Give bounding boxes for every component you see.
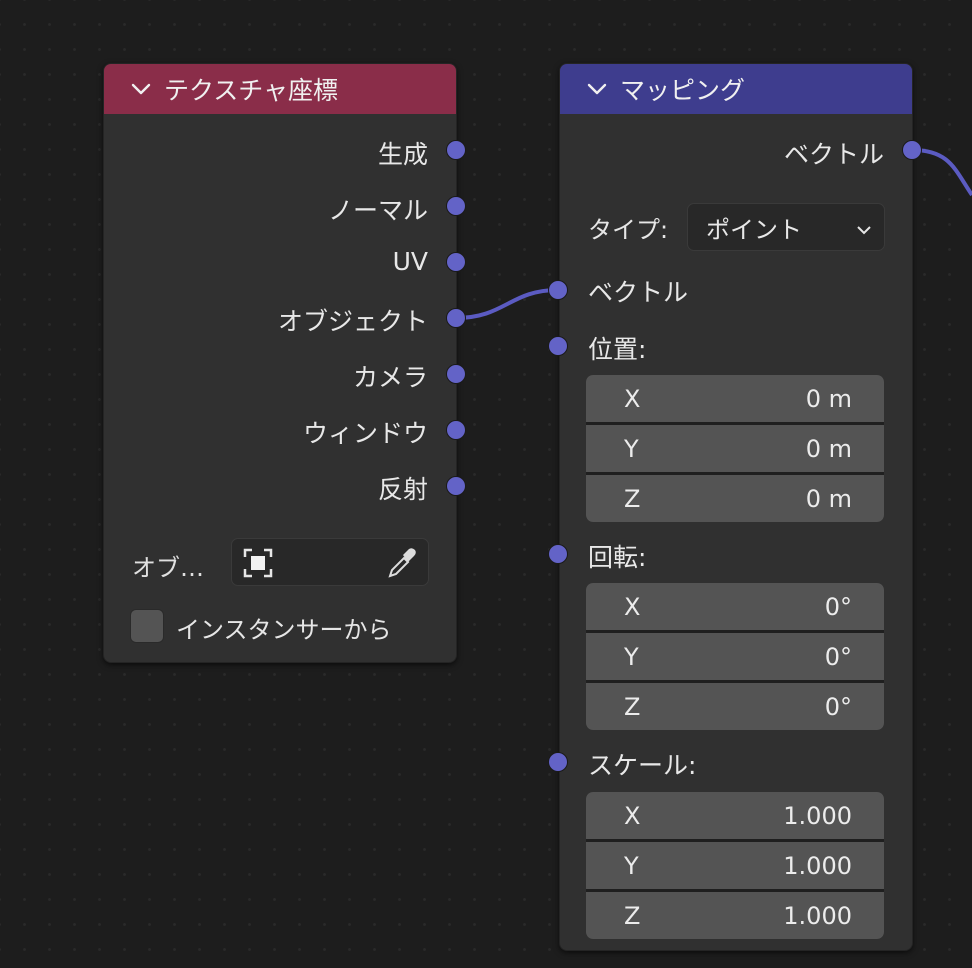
- field-value: 1.000: [783, 901, 852, 930]
- collapse-chevron-icon[interactable]: [128, 76, 154, 102]
- field-value: 1.000: [783, 851, 852, 880]
- output-generated-label: 生成: [377, 140, 428, 169]
- type-label: タイプ:: [588, 216, 669, 244]
- socket-rotation[interactable]: [548, 544, 568, 564]
- field-value: 0 m: [805, 384, 852, 413]
- type-dropdown-value: ポイント: [706, 215, 802, 244]
- mapping-header[interactable]: マッピング: [560, 64, 912, 114]
- location-fields: X 0 m Y 0 m Z 0 m: [586, 375, 884, 522]
- object-icon: [242, 547, 274, 583]
- socket-camera[interactable]: [446, 364, 466, 384]
- socket-input-vector[interactable]: [548, 280, 568, 300]
- texture-coordinate-header[interactable]: テクスチャ座標: [104, 64, 456, 114]
- field-value: 0 m: [805, 434, 852, 463]
- object-field-label: オブ…: [132, 554, 204, 582]
- socket-location[interactable]: [548, 336, 568, 356]
- field-value: 1.000: [783, 801, 852, 830]
- link-vector-out: [911, 148, 972, 197]
- output-window-label: ウィンドウ: [302, 419, 428, 448]
- node-title: マッピング: [620, 76, 746, 105]
- socket-scale[interactable]: [548, 752, 568, 772]
- axis-label: X: [624, 801, 641, 830]
- from-instancer-label: インスタンサーから: [176, 616, 392, 644]
- field-value: 0°: [824, 592, 852, 621]
- rotation-label: 回転:: [588, 543, 647, 572]
- socket-uv[interactable]: [446, 252, 466, 272]
- scale-fields: X 1.000 Y 1.000 Z 1.000: [586, 792, 884, 939]
- type-dropdown[interactable]: ポイント: [687, 203, 885, 251]
- rotation-z-field[interactable]: Z 0°: [586, 683, 884, 730]
- axis-label: X: [624, 592, 641, 621]
- location-label: 位置:: [588, 335, 647, 364]
- socket-reflection[interactable]: [446, 476, 466, 496]
- input-vector-label: ベクトル: [588, 278, 689, 307]
- mapping-node[interactable]: マッピング ベクトル タイプ: ポイント ベクトル 位置: X 0 m Y 0 m …: [559, 63, 913, 951]
- axis-label: Y: [624, 642, 639, 671]
- output-object-label: オブジェクト: [277, 307, 428, 336]
- scale-z-field[interactable]: Z 1.000: [586, 892, 884, 939]
- output-normal-label: ノーマル: [327, 196, 428, 225]
- chevron-down-icon: [856, 213, 872, 241]
- rotation-x-field[interactable]: X 0°: [586, 583, 884, 630]
- field-value: 0°: [824, 692, 852, 721]
- texture-coordinate-node[interactable]: テクスチャ座標 生成 ノーマル UV オブジェクト カメラ ウィンドウ 反射 オ…: [103, 63, 457, 663]
- socket-window[interactable]: [446, 420, 466, 440]
- node-title: テクスチャ座標: [164, 76, 339, 105]
- location-x-field[interactable]: X 0 m: [586, 375, 884, 422]
- axis-label: Z: [624, 484, 641, 513]
- socket-output-vector[interactable]: [902, 140, 922, 160]
- field-value: 0 m: [805, 484, 852, 513]
- scale-label: スケール:: [588, 751, 697, 780]
- link-object-to-vector: [455, 288, 559, 320]
- rotation-fields: X 0° Y 0° Z 0°: [586, 583, 884, 730]
- socket-generated[interactable]: [446, 140, 466, 160]
- output-reflection-label: 反射: [377, 475, 428, 504]
- axis-label: Y: [624, 851, 639, 880]
- eyedropper-icon[interactable]: [384, 546, 418, 584]
- collapse-chevron-icon[interactable]: [584, 76, 610, 102]
- socket-object[interactable]: [446, 308, 466, 328]
- rotation-y-field[interactable]: Y 0°: [586, 633, 884, 680]
- axis-label: Y: [624, 434, 639, 463]
- axis-label: X: [624, 384, 641, 413]
- output-camera-label: カメラ: [352, 363, 428, 392]
- scale-x-field[interactable]: X 1.000: [586, 792, 884, 839]
- object-picker-field[interactable]: [231, 538, 429, 586]
- field-value: 0°: [824, 642, 852, 671]
- location-y-field[interactable]: Y 0 m: [586, 425, 884, 472]
- socket-normal[interactable]: [446, 196, 466, 216]
- output-uv-label: UV: [392, 247, 428, 276]
- location-z-field[interactable]: Z 0 m: [586, 475, 884, 522]
- from-instancer-checkbox[interactable]: [130, 609, 164, 643]
- axis-label: Z: [624, 901, 641, 930]
- scale-y-field[interactable]: Y 1.000: [586, 842, 884, 889]
- axis-label: Z: [624, 692, 641, 721]
- output-vector-label: ベクトル: [783, 140, 884, 169]
